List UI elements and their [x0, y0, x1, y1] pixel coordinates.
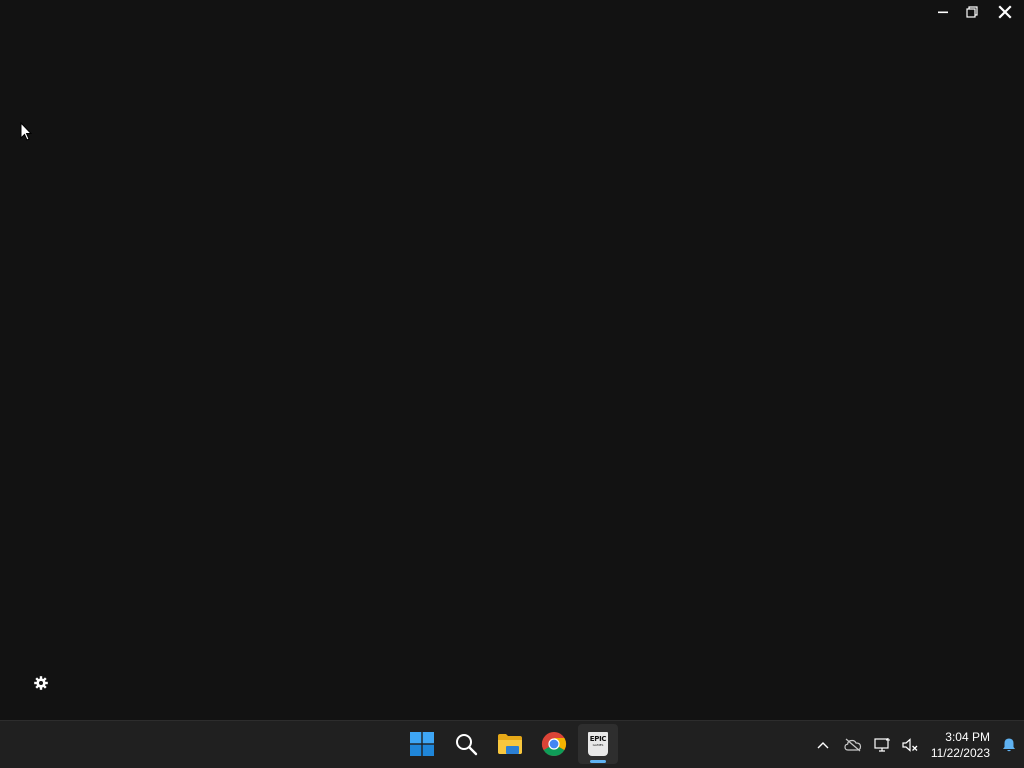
restore-button[interactable] — [957, 0, 986, 24]
gear-icon — [34, 676, 48, 690]
window-controls — [928, 0, 1024, 24]
windows-start-icon — [410, 732, 434, 756]
volume-muted-icon — [902, 737, 918, 752]
volume-tray-button[interactable] — [897, 725, 923, 765]
settings-button[interactable] — [31, 673, 51, 693]
search-icon — [456, 734, 478, 756]
network-tray-button[interactable] — [869, 725, 897, 765]
restore-icon — [965, 6, 978, 18]
file-explorer-button[interactable] — [490, 724, 530, 764]
close-icon — [998, 5, 1012, 19]
chevron-up-icon — [817, 741, 829, 748]
epic-games-icon: EPIC GAMES — [588, 732, 608, 756]
show-hidden-icons-button[interactable] — [809, 725, 837, 765]
clock-date: 11/22/2023 — [930, 745, 990, 760]
active-app-indicator — [590, 760, 606, 763]
onedrive-offline-icon — [844, 738, 861, 751]
notification-button[interactable] — [994, 725, 1024, 765]
chrome-button[interactable] — [534, 724, 574, 764]
epic-logo-subtext: GAMES — [592, 743, 604, 747]
notification-bell-icon — [1003, 738, 1015, 751]
taskbar: EPIC GAMES 3:04 PM 11/22/2023 — [0, 720, 1024, 768]
search-button[interactable] — [446, 724, 486, 764]
minimize-button[interactable] — [928, 0, 957, 24]
epic-games-launcher-window — [0, 0, 1024, 720]
epic-games-button[interactable]: EPIC GAMES — [578, 724, 618, 764]
minimize-icon — [937, 11, 948, 14]
close-button[interactable] — [986, 0, 1024, 24]
start-button[interactable] — [402, 724, 442, 764]
clock-time: 3:04 PM — [945, 729, 990, 744]
taskbar-apps: EPIC GAMES — [402, 724, 618, 766]
system-tray: 3:04 PM 11/22/2023 — [809, 721, 1024, 768]
mouse-cursor-icon — [20, 121, 34, 147]
network-icon — [874, 737, 890, 752]
folder-icon — [498, 734, 522, 754]
clock[interactable]: 3:04 PM 11/22/2023 — [923, 729, 994, 761]
chrome-icon — [541, 732, 567, 756]
epic-logo-text: EPIC — [589, 735, 607, 743]
onedrive-tray-button[interactable] — [837, 725, 869, 765]
